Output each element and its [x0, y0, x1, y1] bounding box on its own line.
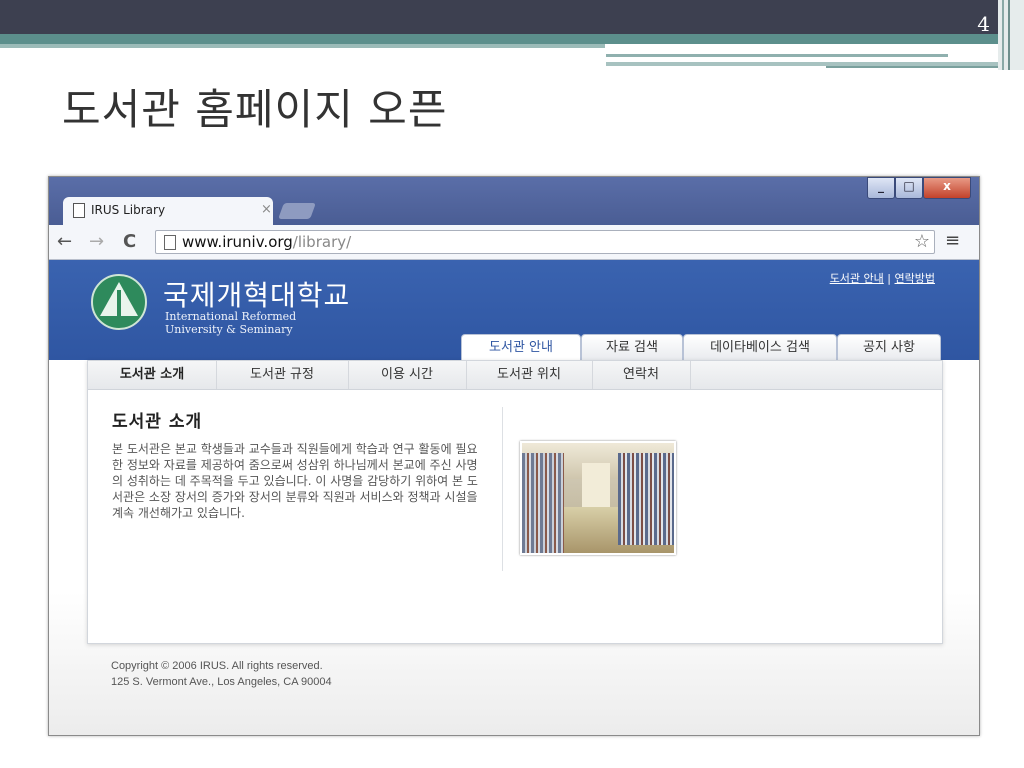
site-name-english-2: University & Seminary	[165, 323, 293, 336]
reload-icon[interactable]: C	[123, 231, 136, 252]
subnav-library-rules[interactable]: 도서관 규정	[216, 361, 349, 389]
close-window-button[interactable]: x	[923, 177, 971, 199]
tab-notices[interactable]: 공지 사항	[837, 334, 941, 361]
subnav-hours[interactable]: 이용 시간	[348, 361, 467, 389]
browser-tab[interactable]: IRUS Library ×	[63, 197, 273, 225]
intro-text: 본 도서관은 본교 학생들과 교수들과 직원들에게 학습과 연구 활동에 필요한…	[112, 442, 478, 520]
close-icon: x	[943, 179, 951, 193]
slide-accent-band	[0, 34, 1024, 44]
maximize-button[interactable]: □	[895, 177, 923, 199]
site-name-english-1: International Reformed	[165, 310, 297, 323]
photo-aisle	[582, 463, 610, 507]
page-icon	[73, 203, 85, 218]
back-icon[interactable]: ←	[57, 231, 72, 252]
site-name-korean[interactable]: 국제개혁대학교	[163, 274, 350, 314]
tab-database-search[interactable]: 데이타베이스 검색	[683, 334, 837, 361]
utility-links: 도서관 안내 | 연락방법	[830, 270, 935, 286]
site-footer: Copyright © 2006 IRUS. All rights reserv…	[111, 658, 332, 690]
tab-resource-search[interactable]: 자료 검색	[581, 334, 683, 361]
section-title: 도서관 소개	[112, 412, 203, 432]
page-icon	[164, 235, 176, 250]
slide-deco-line	[826, 66, 998, 68]
content-divider	[502, 407, 503, 571]
util-separator: |	[887, 272, 892, 285]
close-icon[interactable]: ×	[261, 202, 272, 217]
slide-title: 도서관 홈페이지 오픈	[62, 85, 448, 134]
tab-title: IRUS Library	[91, 203, 166, 217]
subnav-location[interactable]: 도서관 위치	[466, 361, 593, 389]
address-bar[interactable]: www.iruniv.org/library/ ☆	[155, 230, 935, 254]
url-text: www.iruniv.org/library/	[182, 233, 351, 251]
bookmark-star-icon[interactable]: ☆	[914, 231, 930, 252]
new-tab-button[interactable]	[278, 203, 316, 219]
browser-window: IRUS Library × _ □ x ← → C www.iruniv.or…	[48, 176, 980, 736]
minimize-button[interactable]: _	[867, 177, 895, 199]
url-path: /library/	[292, 233, 352, 251]
tab-library-guide[interactable]: 도서관 안내	[461, 334, 581, 361]
slide-deco-line	[606, 54, 948, 57]
logo-cross	[117, 290, 121, 316]
footer-address: 125 S. Vermont Ave., Los Angeles, CA 900…	[111, 676, 332, 688]
photo-bookshelf-left	[522, 453, 564, 553]
slide-top-band	[0, 0, 1024, 34]
util-link-contact[interactable]: 연락방법	[895, 272, 935, 285]
slide-accent-line	[0, 44, 605, 48]
forward-icon[interactable]: →	[89, 231, 104, 252]
minimize-icon: _	[878, 179, 884, 193]
site-header: 국제개혁대학교 International Reformed Universit…	[49, 260, 979, 361]
menu-icon[interactable]: ≡	[945, 230, 960, 251]
url-host: www.iruniv.org	[182, 233, 293, 251]
web-page: 국제개혁대학교 International Reformed Universit…	[49, 260, 979, 735]
footer-copyright: Copyright © 2006 IRUS. All rights reserv…	[111, 660, 323, 672]
util-link-library-guide[interactable]: 도서관 안내	[830, 272, 884, 285]
browser-toolbar: ← → C www.iruniv.org/library/ ☆ ≡	[49, 225, 979, 260]
photo-bookshelf-right	[618, 453, 674, 545]
browser-titlebar: IRUS Library × _ □ x	[49, 177, 979, 225]
maximize-icon: □	[903, 179, 915, 193]
slide-deco-stripes	[998, 0, 1024, 70]
sub-navigation: 도서관 소개 도서관 규정 이용 시간 도서관 위치 연락처	[88, 361, 942, 390]
library-photo	[520, 441, 676, 555]
university-logo-icon[interactable]	[91, 274, 147, 330]
content-card: 도서관 소개 도서관 규정 이용 시간 도서관 위치 연락처 도서관 소개 본 …	[87, 360, 943, 644]
slide-number: 4	[977, 12, 990, 36]
subnav-contact[interactable]: 연락처	[592, 361, 691, 389]
subnav-library-intro[interactable]: 도서관 소개	[88, 361, 217, 389]
